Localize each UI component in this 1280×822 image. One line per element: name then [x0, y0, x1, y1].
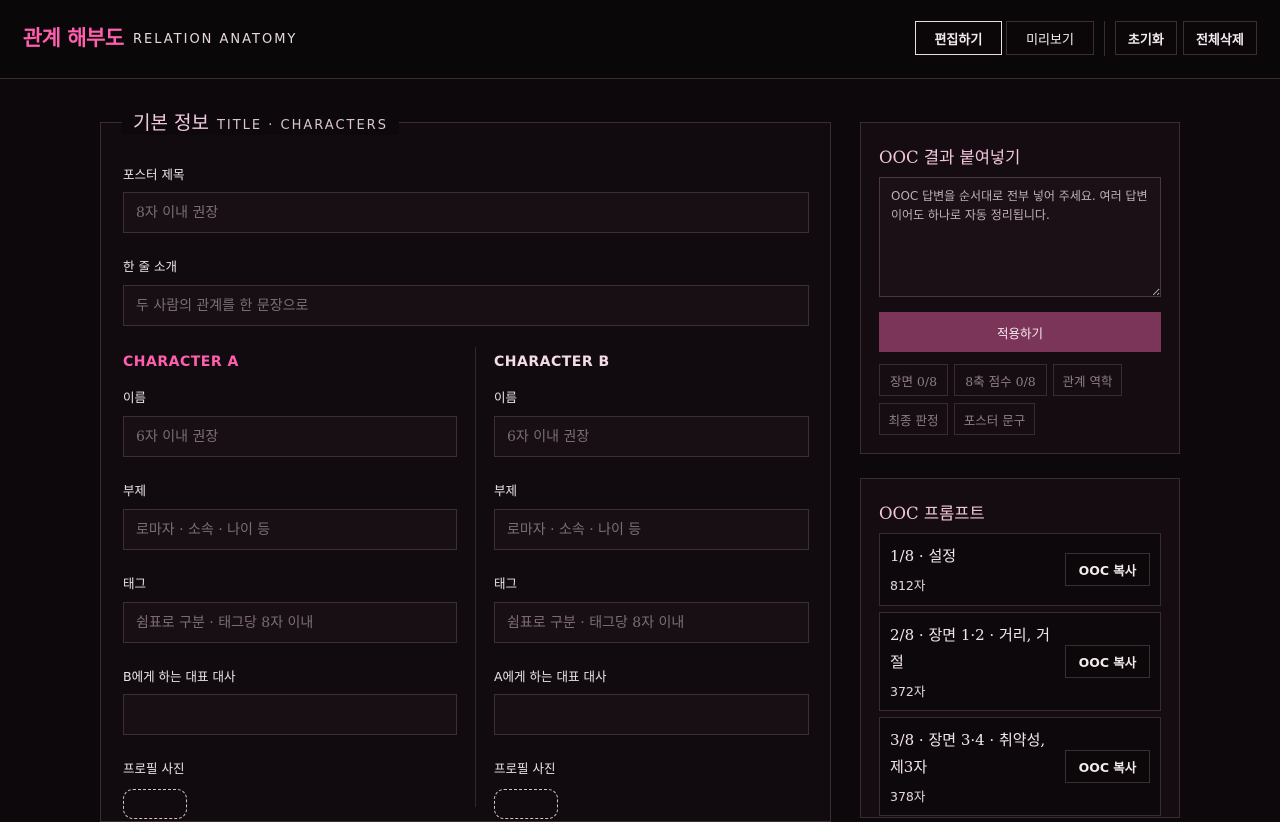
toolbar-divider [1104, 21, 1105, 56]
character-b-subtitle-label: 부제 [494, 483, 518, 498]
delete-all-button[interactable]: 전체삭제 [1183, 21, 1257, 55]
character-b-photo-upload[interactable] [494, 789, 558, 819]
tagline-input[interactable] [123, 285, 809, 326]
prompt-card-title: 3/8 · 장면 3·4 · 취약성, 제3자 [890, 731, 1046, 776]
tagline-label: 한 줄 소개 [123, 259, 177, 274]
status-chip-dynamics: 관계 역학 [1053, 364, 1122, 396]
prompt-card-title: 2/8 · 장면 1·2 · 거리, 거절 [890, 626, 1050, 671]
reset-button[interactable]: 초기화 [1115, 21, 1177, 55]
character-a-photo-label: 프로필 사진 [123, 761, 185, 776]
edit-button[interactable]: 편집하기 [915, 21, 1002, 55]
column-divider [475, 347, 476, 807]
apply-button[interactable]: 적용하기 [879, 312, 1161, 352]
ooc-prompts-title: OOC 프롬프트 [879, 504, 985, 523]
prompt-card-title: 1/8 · 설정 [890, 547, 957, 565]
character-b-photo-label: 프로필 사진 [494, 761, 556, 776]
character-a-name-input[interactable] [123, 416, 457, 457]
legend-subtitle: TITLE · CHARACTERS [216, 118, 388, 133]
character-b-heading: CHARACTER B [494, 354, 610, 370]
prompt-card-count: 372자 [890, 684, 926, 699]
character-a-line-input[interactable] [123, 694, 457, 735]
prompt-card-count: 378자 [890, 789, 926, 804]
ooc-copy-button[interactable]: OOC 복사 [1065, 553, 1150, 586]
character-b-name-input[interactable] [494, 416, 809, 457]
character-a-subtitle-label: 부제 [123, 483, 147, 498]
character-b-subtitle-input[interactable] [494, 509, 809, 550]
character-a-line-label: B에게 하는 대표 대사 [123, 669, 236, 684]
character-b-tags-input[interactable] [494, 602, 809, 643]
ooc-paste-title: OOC 결과 붙여넣기 [879, 148, 1021, 167]
character-a-subtitle-input[interactable] [123, 509, 457, 550]
prompt-card-count: 812자 [890, 578, 926, 593]
top-bar: 관계 해부도 RELATION ANATOMY 편집하기 미리보기 초기화 전체… [0, 0, 1280, 79]
ooc-copy-button[interactable]: OOC 복사 [1065, 750, 1150, 783]
poster-title-label: 포스터 제목 [123, 167, 185, 182]
status-chip-axis-scores: 8축 점수 0/8 [954, 364, 1047, 396]
character-b-name-label: 이름 [494, 390, 518, 405]
character-a-tags-label: 태그 [123, 576, 147, 591]
status-chip-poster-copy: 포스터 문구 [954, 403, 1035, 435]
ooc-paste-textarea[interactable] [879, 177, 1161, 297]
character-a-photo-upload[interactable] [123, 789, 187, 819]
legend-title: 기본 정보 [133, 112, 209, 134]
ooc-copy-button[interactable]: OOC 복사 [1065, 645, 1150, 678]
character-a-heading: CHARACTER A [123, 354, 239, 370]
status-chip-scenes: 장면 0/8 [879, 364, 948, 396]
app-logo: 관계 해부도 [23, 26, 124, 50]
poster-title-input[interactable] [123, 192, 809, 233]
character-a-name-label: 이름 [123, 390, 147, 405]
character-b-line-label: A에게 하는 대표 대사 [494, 669, 607, 684]
app-subtitle: RELATION ANATOMY [133, 32, 298, 47]
status-chip-verdict: 최종 판정 [879, 403, 948, 435]
preview-button[interactable]: 미리보기 [1006, 21, 1094, 55]
basic-info-legend: 기본 정보 TITLE · CHARACTERS [122, 108, 399, 135]
character-a-tags-input[interactable] [123, 602, 457, 643]
character-b-line-input[interactable] [494, 694, 809, 735]
character-b-tags-label: 태그 [494, 576, 518, 591]
